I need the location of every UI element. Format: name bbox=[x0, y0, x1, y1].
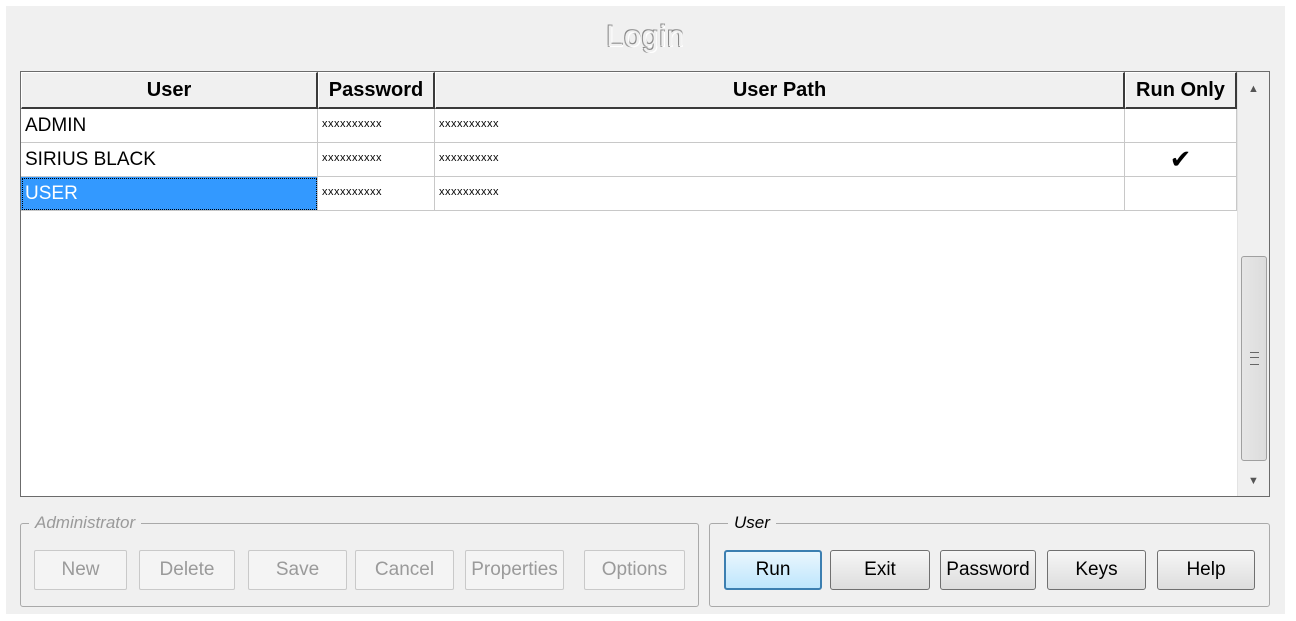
password-button[interactable]: Password bbox=[940, 550, 1036, 590]
new-button[interactable]: New bbox=[34, 550, 127, 590]
login-window: Login User Password User Path Run Only A… bbox=[6, 6, 1285, 614]
options-button[interactable]: Options bbox=[584, 550, 685, 590]
cell-user-path[interactable]: xxxxxxxxxx bbox=[435, 109, 1125, 143]
cell-user[interactable]: ADMIN bbox=[21, 109, 318, 143]
cell-user-path[interactable]: xxxxxxxxxx bbox=[435, 143, 1125, 177]
cell-password[interactable]: xxxxxxxxxx bbox=[318, 143, 435, 177]
run-button[interactable]: Run bbox=[724, 550, 822, 590]
cell-password[interactable]: xxxxxxxxxx bbox=[318, 109, 435, 143]
user-grid[interactable]: User Password User Path Run Only ADMIN x… bbox=[20, 71, 1270, 497]
cell-run-only[interactable] bbox=[1125, 177, 1237, 211]
table-row[interactable]: ADMIN xxxxxxxxxx xxxxxxxxxx bbox=[21, 109, 1237, 143]
cancel-button[interactable]: Cancel bbox=[355, 550, 454, 590]
save-button[interactable]: Save bbox=[248, 550, 347, 590]
delete-button[interactable]: Delete bbox=[139, 550, 235, 590]
column-header-password[interactable]: Password bbox=[318, 72, 435, 109]
cell-password[interactable]: xxxxxxxxxx bbox=[318, 177, 435, 211]
cell-run-only[interactable] bbox=[1125, 109, 1237, 143]
column-header-run-only[interactable]: Run Only bbox=[1125, 72, 1237, 109]
cell-run-only-checkmark[interactable]: ✔ bbox=[1125, 143, 1237, 177]
keys-button[interactable]: Keys bbox=[1047, 550, 1146, 590]
administrator-group: Administrator New Delete Save Cancel Pro… bbox=[20, 513, 699, 607]
table-row[interactable]: SIRIUS BLACK xxxxxxxxxx xxxxxxxxxx ✔ bbox=[21, 143, 1237, 177]
user-group-legend: User bbox=[728, 513, 776, 533]
cell-user[interactable]: USER bbox=[21, 177, 318, 211]
grip-icon bbox=[1249, 352, 1259, 365]
cell-user-path[interactable]: xxxxxxxxxx bbox=[435, 177, 1125, 211]
exit-button[interactable]: Exit bbox=[830, 550, 930, 590]
administrator-group-legend: Administrator bbox=[29, 513, 142, 533]
user-group: User Run Exit Password Keys Help bbox=[709, 513, 1270, 607]
scroll-down-arrow-icon[interactable]: ▼ bbox=[1238, 466, 1269, 496]
column-header-user-path[interactable]: User Path bbox=[435, 72, 1125, 109]
cell-user[interactable]: SIRIUS BLACK bbox=[21, 143, 318, 177]
help-button[interactable]: Help bbox=[1157, 550, 1255, 590]
vertical-scrollbar[interactable]: ▲ ▼ bbox=[1237, 72, 1269, 496]
window-title: Login bbox=[606, 20, 685, 53]
scroll-up-arrow-icon[interactable]: ▲ bbox=[1238, 74, 1269, 104]
column-header-user[interactable]: User bbox=[21, 72, 318, 109]
properties-button[interactable]: Properties bbox=[465, 550, 564, 590]
table-row-selected[interactable]: USER xxxxxxxxxx xxxxxxxxxx bbox=[21, 177, 1237, 211]
scroll-thumb[interactable] bbox=[1241, 256, 1267, 461]
